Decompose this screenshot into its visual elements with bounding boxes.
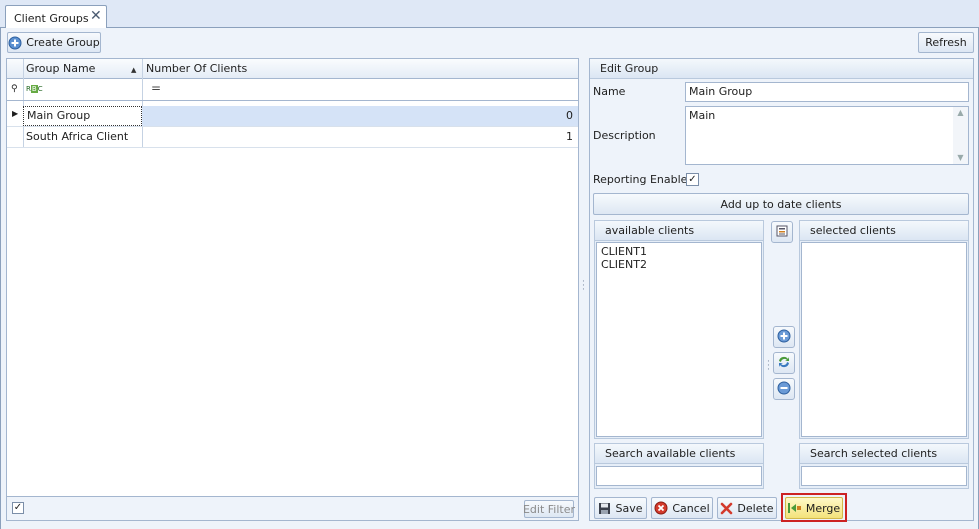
name-input[interactable]: Main Group [685,82,969,102]
filter-condition[interactable]: = [151,81,161,95]
sort-ascending-icon: ▲ [131,66,137,74]
tab-strip [0,0,979,28]
filter-pin-icon: ⚲ [11,84,18,94]
selected-clients-title: selected clients [800,221,968,241]
row-indicator-icon: ▶ [12,109,19,118]
plus-circle-icon [777,329,791,346]
grid-cell-count[interactable]: 1 [143,127,576,147]
add-client-button[interactable] [773,326,795,348]
search-available-input[interactable] [596,466,762,486]
select-all-button[interactable] [771,221,793,243]
refresh-label: Refresh [925,36,967,49]
swap-clients-button[interactable] [773,352,795,374]
close-icon[interactable]: ✕ [90,9,102,23]
list-item[interactable]: CLIENT2 [601,258,757,271]
merge-icon [787,502,802,514]
minus-circle-icon [777,381,791,398]
create-group-label: Create Group [26,36,100,49]
grid-cell-group-name[interactable]: Main Group [23,106,142,126]
refresh-arrows-icon [777,355,791,372]
splitter-handle[interactable]: · · · [767,358,770,375]
reporting-enabled-label: Reporting Enabled [593,173,695,186]
reporting-enabled-checkbox[interactable]: ✓ [686,173,699,186]
available-clients-list[interactable]: CLIENT1 CLIENT2 [596,242,762,437]
selected-clients-list[interactable] [801,242,967,437]
list-item[interactable]: CLIENT1 [601,245,757,258]
available-clients-title: available clients [595,221,763,241]
filter-divider [7,100,578,101]
save-button[interactable]: Save [594,497,647,519]
description-scrollbar[interactable]: ▲ ▼ [953,107,968,164]
search-selected-title: Search selected clients [800,444,968,464]
name-label: Name [593,85,626,98]
grid-cell-count[interactable]: 0 [143,106,576,126]
delete-button[interactable]: Delete [717,497,777,519]
abc-filter-icon[interactable]: RBC [26,84,46,95]
cancel-icon [654,501,668,515]
delete-icon [720,502,733,515]
description-textarea[interactable]: Main [685,106,969,165]
create-group-button[interactable]: Create Group [7,32,101,53]
save-icon [598,502,611,515]
merge-button[interactable]: Merge [785,497,843,519]
refresh-button[interactable]: Refresh [918,32,974,53]
plus-circle-icon [8,36,22,50]
edit-group-title: Edit Group [590,59,973,79]
groups-grid: Group Name ▲ Number Of Clients ⚲ RBC = ▶… [6,58,579,521]
tab-client-groups[interactable]: Client Groups ✕ [5,5,107,29]
search-available-title: Search available clients [595,444,763,464]
description-label: Description [593,129,656,142]
grid-footer: ✓ Edit Filter [7,496,578,520]
tab-title: Client Groups [14,12,89,25]
grid-cell-group-name[interactable]: South Africa Client [23,127,142,147]
list-icon [776,225,788,240]
search-selected-input[interactable] [801,466,967,486]
remove-client-button[interactable] [773,378,795,400]
splitter-handle[interactable]: · · · [582,278,585,295]
column-header-group-name[interactable]: Group Name [23,59,143,79]
add-up-to-date-clients-button[interactable]: Add up to date clients [593,193,969,215]
filter-enable-checkbox[interactable]: ✓ [12,502,24,514]
edit-filter-button[interactable]: Edit Filter [523,500,575,518]
row-divider [7,147,578,148]
column-header-number-of-clients[interactable]: Number Of Clients [143,59,443,79]
cancel-button[interactable]: Cancel [651,497,713,519]
